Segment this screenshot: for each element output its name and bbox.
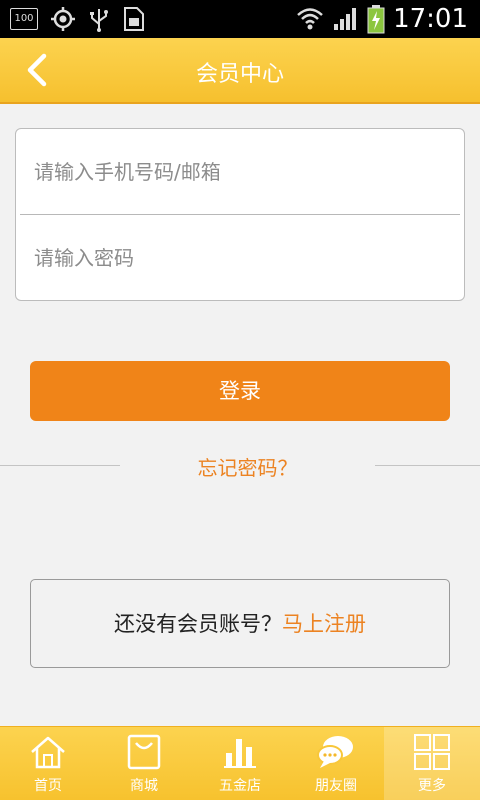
chat-bubble-icon (317, 736, 353, 768)
nav-item-moments[interactable]: 朋友圈 (288, 727, 384, 800)
clock: 17:01 (393, 4, 468, 34)
status-right: 17:01 (295, 4, 468, 34)
login-form (15, 128, 465, 301)
usb-icon (90, 9, 108, 32)
grid-icon (414, 734, 450, 770)
phone-field-wrapper (16, 129, 464, 214)
register-box: 还没有会员账号？马上注册 (30, 579, 450, 668)
battery-percent-indicator: 100 (10, 8, 38, 30)
status-bar: 100 17:01 (0, 0, 480, 38)
nav-label-more: 更多 (418, 778, 446, 794)
nav-item-hardware-store[interactable]: 五金店 (192, 727, 288, 800)
home-icon (31, 736, 65, 769)
title-bar: 会员中心 (0, 38, 480, 104)
nav-label-home: 首页 (34, 778, 62, 794)
nav-item-home[interactable]: 首页 (0, 727, 96, 800)
location-icon (51, 7, 75, 31)
forgot-password-link[interactable]: 忘记密码？ (120, 452, 375, 481)
bottom-nav: 首页 商城 五金店 朋友圈 更多 (0, 726, 480, 800)
phone-email-input[interactable] (16, 129, 464, 214)
nav-label-hardware-store: 五金店 (219, 778, 261, 794)
divider-right (375, 465, 480, 466)
register-link[interactable]: 马上注册 (282, 612, 366, 636)
sim-card-icon (124, 7, 144, 31)
nav-item-shop[interactable]: 商城 (96, 727, 192, 800)
divider-left (0, 465, 120, 466)
status-left: 100 (10, 6, 146, 32)
nav-label-shop: 商城 (130, 778, 158, 794)
signal-icon (334, 8, 357, 30)
register-prompt: 还没有会员账号？ (114, 612, 282, 636)
password-field-wrapper (16, 215, 464, 300)
shopping-bag-icon (127, 734, 161, 770)
page-title: 会员中心 (195, 62, 284, 87)
nav-item-more[interactable]: 更多 (384, 727, 480, 800)
nav-label-moments: 朋友圈 (315, 778, 357, 794)
bar-chart-icon (224, 739, 256, 768)
login-button[interactable]: 登录 (30, 361, 450, 421)
battery-charging-icon (367, 5, 385, 34)
password-input[interactable] (16, 215, 464, 300)
wifi-icon (297, 8, 323, 30)
